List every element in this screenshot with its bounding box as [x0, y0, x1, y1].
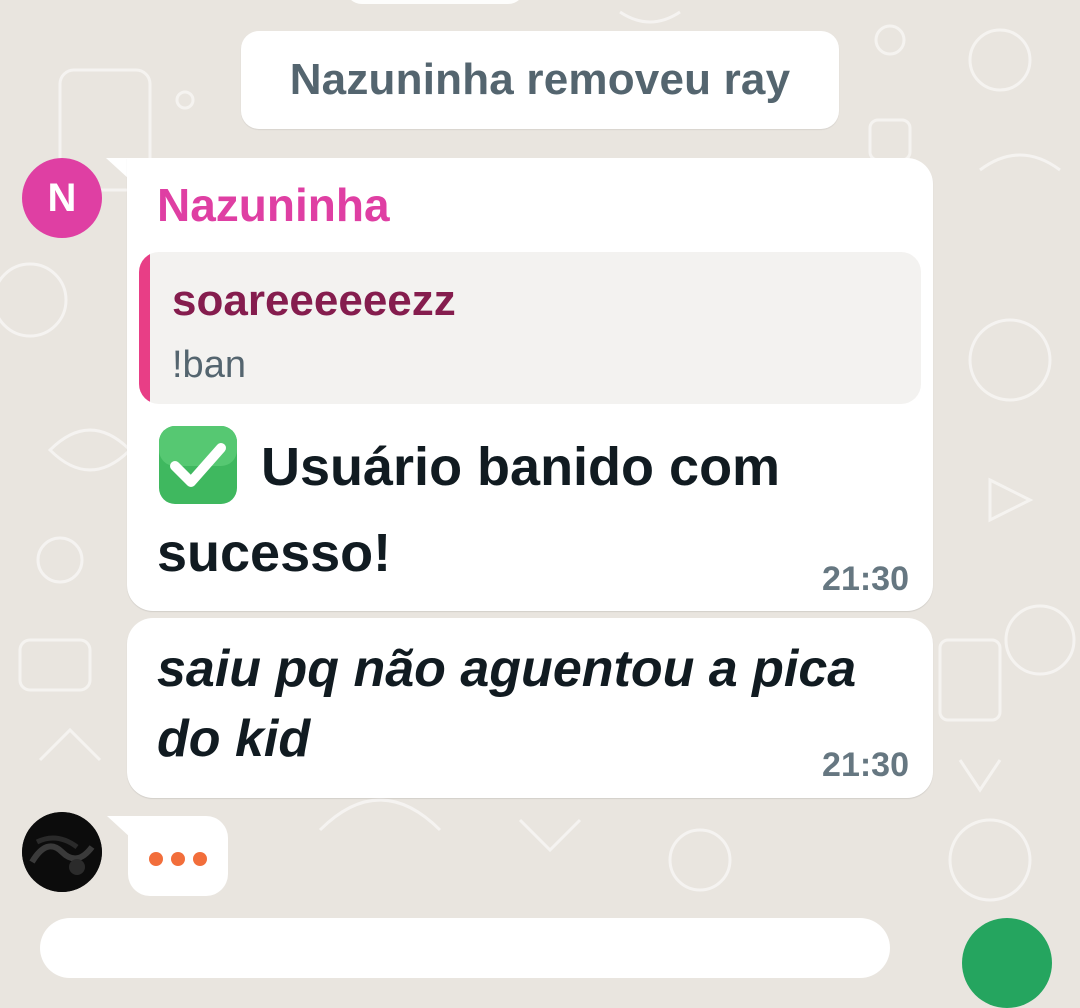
- system-message: Nazuninha removeu ray: [241, 31, 839, 129]
- avatar[interactable]: N: [22, 158, 102, 238]
- message-time: 21:30: [822, 746, 909, 784]
- typing-dot: [193, 852, 207, 866]
- avatar-image: [22, 812, 102, 892]
- avatar[interactable]: [22, 812, 102, 892]
- send-button[interactable]: [962, 918, 1052, 1008]
- typing-dot: [149, 852, 163, 866]
- message-bubble[interactable]: saiu pq não aguentou a pica do kid 21:30: [127, 618, 933, 798]
- quote-bar: [139, 252, 150, 404]
- typing-dot: [171, 852, 185, 866]
- message-input-bar[interactable]: [40, 918, 890, 978]
- message-bubble[interactable]: Nazuninha soareeeeeezz !ban Usuário bani…: [127, 158, 933, 611]
- quoted-text: !ban: [172, 344, 246, 386]
- message-text: saiu pq não aguentou a pica do kid: [157, 640, 857, 768]
- sender-name[interactable]: Nazuninha: [157, 178, 390, 232]
- typing-indicator: [128, 816, 228, 896]
- quoted-author: soareeeeeezz: [172, 276, 456, 325]
- message-text: Usuário banido com sucesso!: [157, 437, 781, 583]
- message-time: 21:30: [822, 560, 909, 598]
- previous-message-bubble: [345, 0, 525, 4]
- quoted-message[interactable]: soareeeeeezz !ban: [139, 252, 921, 404]
